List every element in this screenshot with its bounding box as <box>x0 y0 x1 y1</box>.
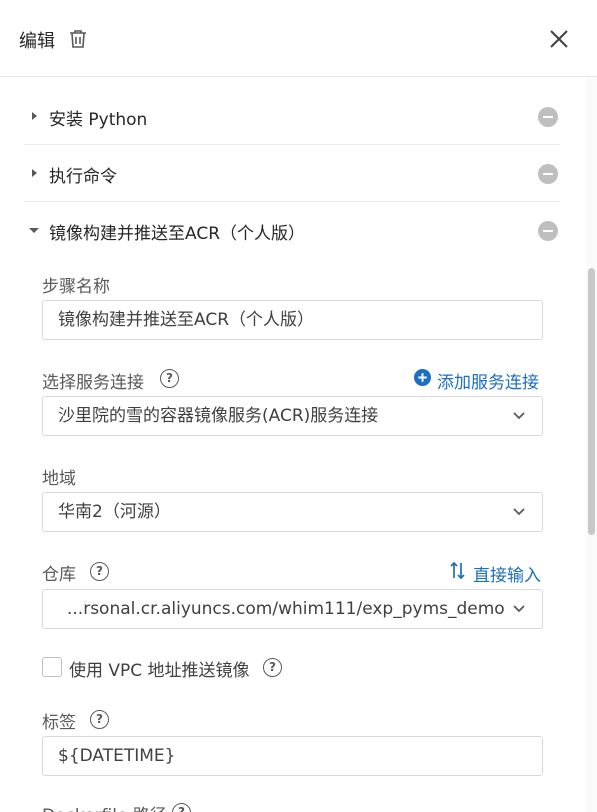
caret-right-icon <box>32 169 37 177</box>
repository-value: ...rsonal.cr.aliyuncs.com/whim111/exp_py… <box>67 599 505 619</box>
panel-title: 编辑 <box>19 31 55 52</box>
scrollbar-thumb[interactable] <box>588 268 595 535</box>
tag-label: 标签 <box>42 713 76 733</box>
help-icon[interactable]: ? <box>160 369 179 388</box>
tag-input[interactable]: ${DATETIME} <box>42 736 543 776</box>
step-label: 安装 Python <box>49 110 148 130</box>
caret-right-icon <box>32 112 37 120</box>
step-label: 执行命令 <box>49 167 117 187</box>
service-connection-label: 选择服务连接 <box>42 373 144 393</box>
step-label: 镜像构建并推送至ACR（个人版） <box>49 224 306 244</box>
region-label: 地域 <box>42 469 76 489</box>
trash-icon[interactable] <box>66 27 90 51</box>
help-icon[interactable]: ? <box>90 562 109 581</box>
remove-step-icon[interactable] <box>538 107 558 127</box>
sort-arrows-icon[interactable] <box>450 561 465 580</box>
repository-label: 仓库 <box>42 565 76 585</box>
direct-input-link[interactable]: 直接输入 <box>473 561 541 586</box>
dockerfile-path-label: Dockerfile 路径 <box>42 801 167 812</box>
service-connection-select[interactable]: 沙里院的雪的容器镜像服务(ACR)服务连接 <box>42 396 543 436</box>
panel-header: 编辑 <box>0 0 597 77</box>
remove-step-icon[interactable] <box>538 164 558 184</box>
region-select[interactable]: 华南2（河源） <box>42 492 543 532</box>
repository-select[interactable]: ...rsonal.cr.aliyuncs.com/whim111/exp_py… <box>42 589 543 629</box>
remove-step-icon[interactable] <box>538 221 558 241</box>
chevron-down-icon <box>513 605 525 613</box>
help-icon[interactable]: ? <box>90 710 109 729</box>
help-icon[interactable]: ? <box>172 803 191 812</box>
close-icon[interactable] <box>546 26 572 52</box>
region-value: 华南2（河源） <box>58 502 171 522</box>
vpc-checkbox-label: 使用 VPC 地址推送镜像 <box>69 661 250 681</box>
step-row-run-command[interactable]: 执行命令 <box>24 145 560 202</box>
step-name-label: 步骤名称 <box>42 277 110 297</box>
help-icon[interactable]: ? <box>263 658 282 677</box>
service-connection-value: 沙里院的雪的容器镜像服务(ACR)服务连接 <box>58 406 379 426</box>
chevron-down-icon <box>513 412 525 420</box>
add-service-connection-link[interactable]: 添加服务连接 <box>437 368 539 393</box>
step-row-image-build[interactable]: 镜像构建并推送至ACR（个人版） <box>24 202 560 259</box>
caret-down-icon <box>29 228 39 233</box>
chevron-down-icon <box>513 508 525 516</box>
vpc-checkbox[interactable] <box>42 657 62 677</box>
edit-panel: 编辑 安装 Python 执行命令 镜像构建并推送至ACR（个人版） 步骤名称 … <box>0 0 597 812</box>
plus-circle-icon[interactable] <box>414 369 431 386</box>
step-name-input[interactable]: 镜像构建并推送至ACR（个人版） <box>42 300 543 340</box>
step-row-install-python[interactable]: 安装 Python <box>24 88 560 145</box>
